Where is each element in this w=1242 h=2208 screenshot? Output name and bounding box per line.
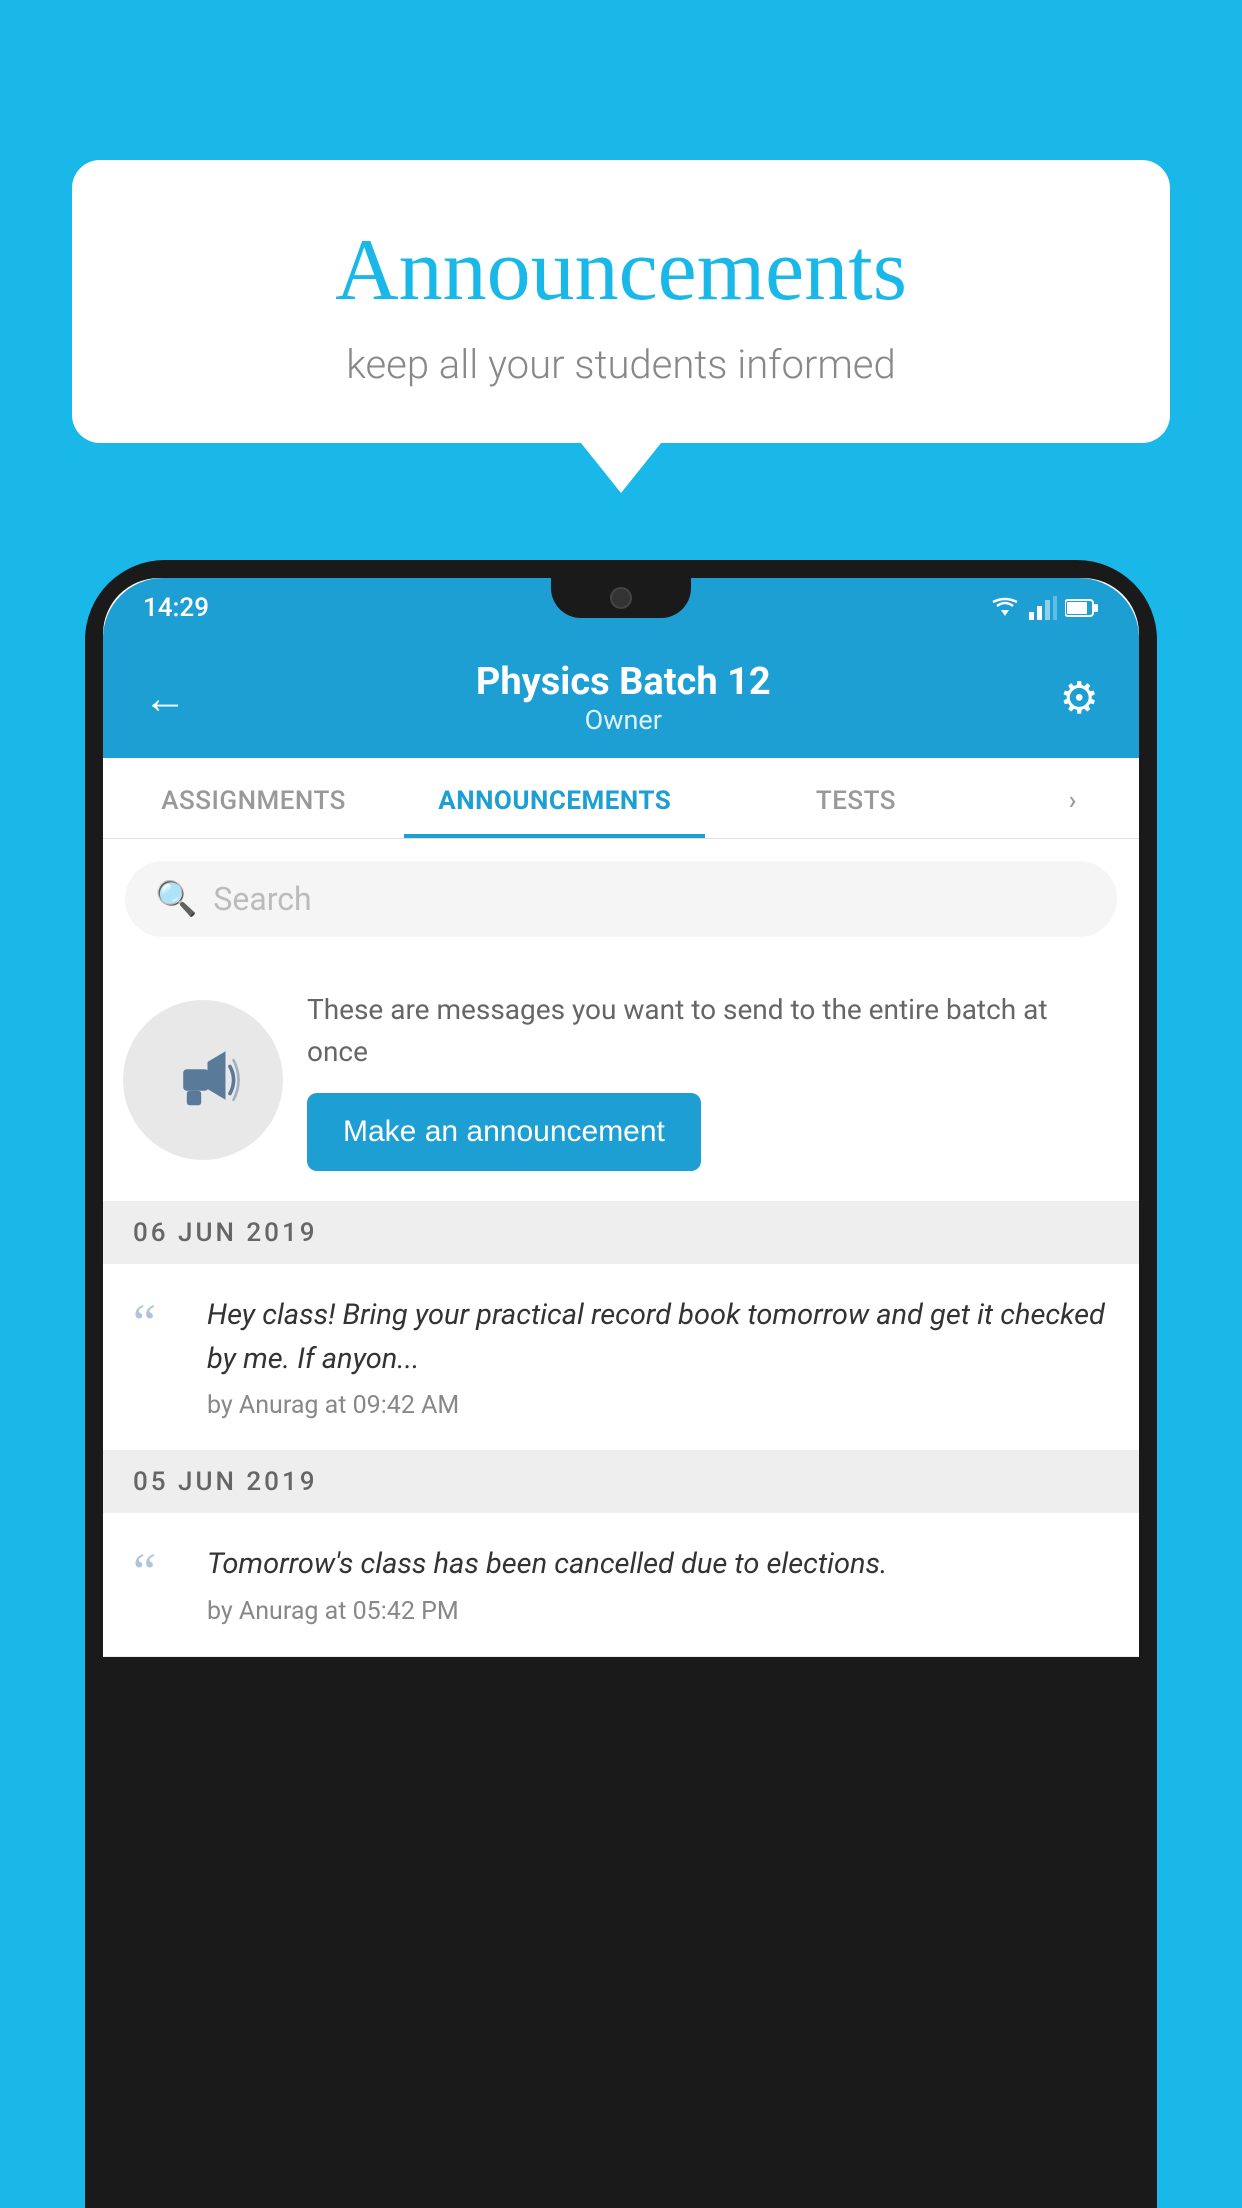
app-header: ← Physics Batch 12 Owner ⚙ xyxy=(103,638,1139,758)
tabs-bar: ASSIGNMENTS ANNOUNCEMENTS TESTS › xyxy=(103,758,1139,839)
megaphone-icon xyxy=(158,1035,248,1125)
wifi-icon xyxy=(989,596,1021,620)
tab-tests[interactable]: TESTS xyxy=(705,758,1006,838)
quote-icon-2: “ xyxy=(133,1543,183,1599)
battery-icon xyxy=(1065,598,1099,618)
header-center: Physics Batch 12 Owner xyxy=(476,660,771,736)
speech-bubble: Announcements keep all your students inf… xyxy=(72,160,1170,443)
tab-assignments[interactable]: ASSIGNMENTS xyxy=(103,758,404,838)
tab-more[interactable]: › xyxy=(1007,758,1139,838)
bubble-subtitle: keep all your students informed xyxy=(132,341,1110,388)
settings-button[interactable]: ⚙ xyxy=(1060,672,1099,724)
tab-announcements[interactable]: ANNOUNCEMENTS xyxy=(404,758,705,838)
back-button[interactable]: ← xyxy=(143,672,187,724)
announcement-message-1: Hey class! Bring your practical record b… xyxy=(207,1294,1109,1381)
speech-bubble-wrapper: Announcements keep all your students inf… xyxy=(72,160,1170,493)
search-input[interactable]: Search xyxy=(213,880,311,918)
announcement-message-2: Tomorrow's class has been cancelled due … xyxy=(207,1543,1109,1587)
search-bar[interactable]: 🔍 Search xyxy=(125,861,1117,937)
promo-right: These are messages you want to send to t… xyxy=(307,989,1109,1171)
status-icons xyxy=(989,596,1099,620)
signal-icon xyxy=(1029,596,1057,620)
phone-screen: 14:29 xyxy=(103,578,1139,1657)
quote-icon-1: “ xyxy=(133,1294,183,1350)
phone-notch xyxy=(551,578,691,618)
date-separator-1: 06 JUN 2019 xyxy=(103,1202,1139,1264)
search-icon: 🔍 xyxy=(155,879,197,919)
announcement-item-1[interactable]: “ Hey class! Bring your practical record… xyxy=(103,1264,1139,1451)
bubble-arrow xyxy=(581,443,661,493)
phone-wrapper: 14:29 xyxy=(85,560,1157,2208)
announcement-content-2: Tomorrow's class has been cancelled due … xyxy=(207,1543,1109,1626)
date-separator-2: 05 JUN 2019 xyxy=(103,1451,1139,1513)
announcement-item-2[interactable]: “ Tomorrow's class has been cancelled du… xyxy=(103,1513,1139,1657)
app-subtitle: Owner xyxy=(476,704,771,736)
promo-icon-circle xyxy=(123,1000,283,1160)
app-title: Physics Batch 12 xyxy=(476,660,771,704)
camera xyxy=(610,587,632,609)
announcement-content-1: Hey class! Bring your practical record b… xyxy=(207,1294,1109,1420)
promo-description: These are messages you want to send to t… xyxy=(307,989,1109,1073)
announcement-author-1: by Anurag at 09:42 AM xyxy=(207,1391,1109,1420)
status-bar: 14:29 xyxy=(103,578,1139,638)
app-content: 🔍 Search xyxy=(103,839,1139,1657)
phone-body: 14:29 xyxy=(85,560,1157,2208)
announcement-promo: These are messages you want to send to t… xyxy=(103,959,1139,1202)
status-time: 14:29 xyxy=(143,593,209,623)
bubble-title: Announcements xyxy=(132,220,1110,321)
make-announcement-button[interactable]: Make an announcement xyxy=(307,1093,701,1171)
announcement-author-2: by Anurag at 05:42 PM xyxy=(207,1597,1109,1626)
